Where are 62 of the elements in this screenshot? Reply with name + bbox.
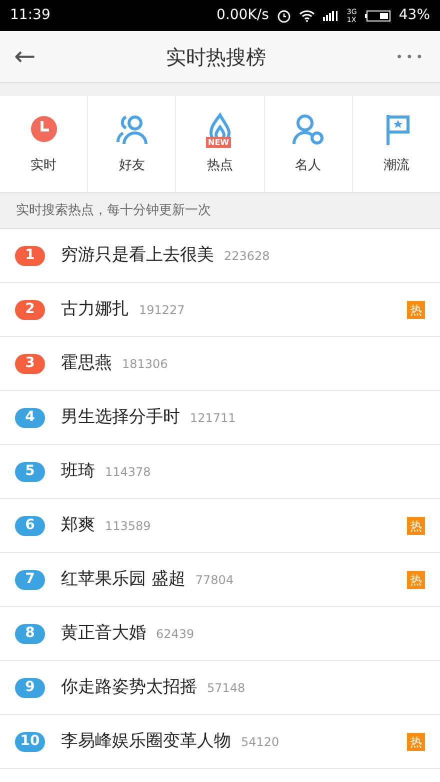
rank-badge: 10	[15, 732, 45, 752]
hot-tag: 热	[407, 300, 425, 318]
battery-icon	[364, 10, 391, 22]
category-tab[interactable]: 好友	[88, 96, 176, 192]
hot-search-row[interactable]: 8 黄正音大婚 62439	[0, 607, 440, 661]
status-time: 11:39	[10, 6, 50, 25]
topic-title: 红苹果乐园 盛超	[61, 568, 186, 591]
rank-badge: 4	[15, 408, 45, 428]
rank-badge: 7	[15, 570, 45, 590]
hot-search-row[interactable]: 6 郑爽 113589 热	[0, 499, 440, 553]
category-tab[interactable]: 实时	[0, 96, 88, 192]
search-count: 54120	[241, 734, 280, 750]
back-button[interactable]: ←	[0, 44, 50, 70]
rank-badge: 8	[15, 624, 45, 644]
rank-badge: 1	[15, 246, 45, 266]
category-tab[interactable]: 潮流	[352, 96, 440, 192]
rank-badge: 9	[15, 678, 45, 698]
more-button[interactable]: •••	[382, 50, 440, 62]
topic-title: 霍思燕	[61, 352, 112, 375]
topic-title: 古力娜扎	[61, 298, 129, 321]
rank-badge: 5	[15, 462, 45, 482]
person-icon	[291, 112, 326, 146]
hot-tag: 热	[407, 732, 425, 750]
network-speed: 0.00K/s	[216, 6, 269, 25]
hot-tag: 热	[407, 516, 425, 534]
rank-badge: 3	[15, 354, 45, 374]
hot-search-row[interactable]: 5 班琦 114378	[0, 445, 440, 499]
battery-percent: 43%	[398, 6, 430, 25]
topic-title: 穷游只是看上去很美	[61, 244, 214, 267]
topic-title: 郑爽	[61, 514, 95, 537]
rank-badge: 2	[15, 300, 45, 320]
hot-search-row[interactable]: 10 李易峰娱乐圈变革人物 54120 热	[0, 715, 440, 769]
hot-search-row[interactable]: 9 你走路姿势太招摇 57148	[0, 661, 440, 715]
search-count: 191227	[139, 302, 185, 318]
hint-text: 实时搜索热点，每十分钟更新一次	[0, 193, 440, 229]
hot-search-row[interactable]: 4 男生选择分手时 121711	[0, 391, 440, 445]
search-count: 77804	[195, 572, 234, 588]
alarm-icon	[276, 8, 291, 22]
hot-search-row[interactable]: 2 古力娜扎 191227 热	[0, 283, 440, 337]
topic-title: 男生选择分手时	[61, 406, 180, 429]
search-count: 57148	[207, 680, 246, 696]
category-tab[interactable]: NEW 热点	[176, 96, 265, 192]
search-count: 223628	[224, 248, 270, 264]
search-count: 62439	[156, 626, 194, 642]
rank-badge: 6	[15, 516, 45, 536]
signal-icon	[322, 10, 339, 20]
search-count: 114378	[105, 464, 151, 480]
hot-search-row[interactable]: 7 红苹果乐园 盛超 77804 热	[0, 553, 440, 607]
hot-tag: 热	[407, 570, 425, 588]
topic-title: 李易峰娱乐圈变革人物	[61, 730, 231, 753]
wifi-icon	[298, 9, 315, 22]
hot-search-row[interactable]: 1 穷游只是看上去很美 223628	[0, 229, 440, 283]
hot-search-row[interactable]: 3 霍思燕 181306	[0, 337, 440, 391]
category-tab[interactable]: 名人	[264, 96, 353, 192]
search-count: 113589	[105, 518, 151, 534]
page-title: 实时热搜榜	[164, 44, 267, 70]
topic-title: 黄正音大婚	[61, 622, 146, 645]
topic-title: 你走路姿势太招摇	[61, 676, 197, 699]
topic-title: 班琦	[61, 460, 95, 483]
search-count: 181306	[122, 356, 168, 372]
new-badge: NEW	[206, 137, 231, 148]
search-count: 121711	[190, 410, 236, 426]
